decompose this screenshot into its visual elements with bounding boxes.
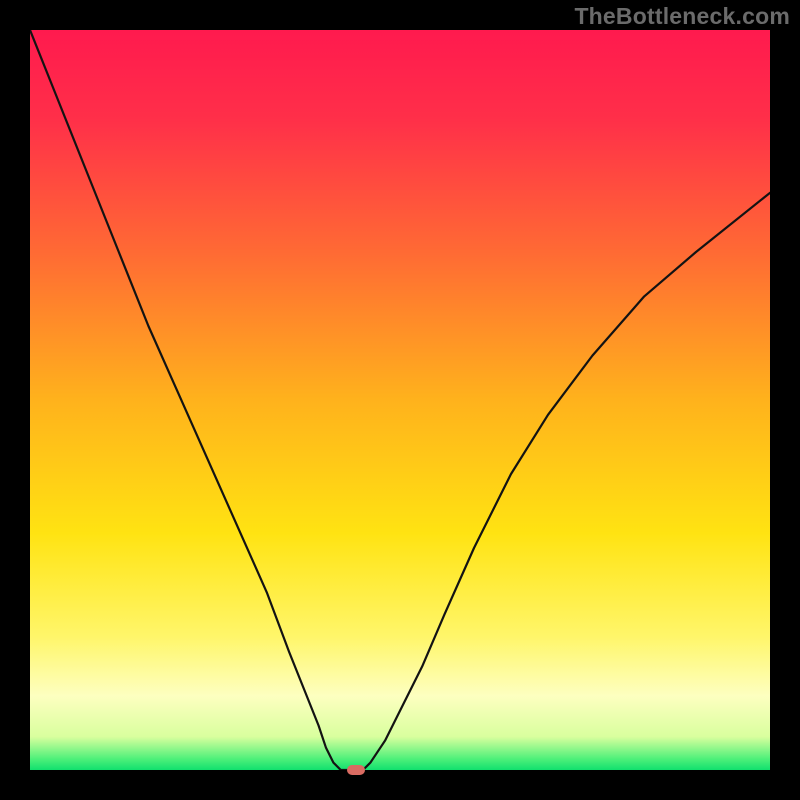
watermark-text: TheBottleneck.com [0, 3, 800, 30]
chart-frame: TheBottleneck.com [0, 0, 800, 800]
plot-svg [30, 30, 770, 770]
plot-area [30, 30, 770, 770]
notch-marker [347, 765, 365, 775]
gradient-background [30, 30, 770, 770]
